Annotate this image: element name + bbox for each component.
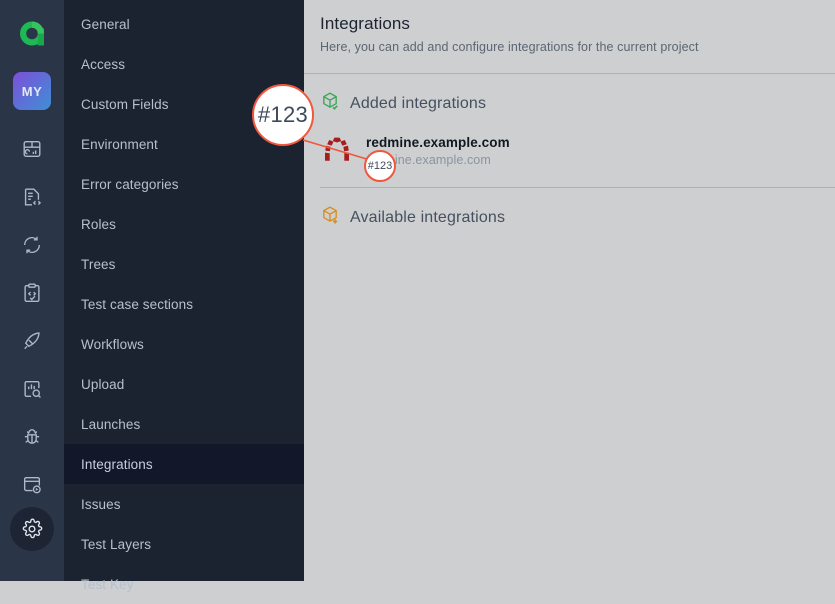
- primary-nav-rail: MY: [0, 0, 64, 581]
- analytics-icon[interactable]: [11, 372, 53, 405]
- test-cases-icon[interactable]: [11, 180, 53, 213]
- menu-item-label: Launches: [81, 416, 141, 432]
- menu-item-custom-fields[interactable]: Custom Fields: [64, 84, 304, 124]
- menu-item-label: Environment: [81, 136, 158, 152]
- menu-item-label: Integrations: [81, 456, 153, 472]
- menu-item-test-key[interactable]: Test Key: [64, 564, 304, 604]
- sync-icon[interactable]: [11, 228, 53, 261]
- dashboard-icon[interactable]: [11, 132, 53, 165]
- launches-icon[interactable]: [11, 324, 53, 357]
- menu-item-access[interactable]: Access: [64, 44, 304, 84]
- menu-item-trees[interactable]: Trees: [64, 244, 304, 284]
- page-header: Integrations Here, you can add and confi…: [304, 0, 835, 74]
- menu-item-general[interactable]: General: [64, 4, 304, 44]
- menu-item-test-layers[interactable]: Test Layers: [64, 524, 304, 564]
- menu-item-workflows[interactable]: Workflows: [64, 324, 304, 364]
- rail-footer: [0, 507, 64, 551]
- menu-item-label: Test Key: [81, 576, 134, 592]
- menu-item-issues[interactable]: Issues: [64, 484, 304, 524]
- menu-item-label: Workflows: [81, 336, 144, 352]
- menu-item-label: Test case sections: [81, 296, 194, 312]
- content-area: Integrations Here, you can add and confi…: [304, 0, 835, 581]
- cube-plus-icon: [320, 205, 340, 230]
- integration-name: redmine.example.com: [366, 135, 510, 150]
- defects-icon[interactable]: [11, 420, 53, 453]
- menu-item-label: Error categories: [81, 176, 179, 192]
- cube-check-icon: [320, 91, 340, 116]
- menu-item-label: Access: [81, 56, 126, 72]
- page-title: Integrations: [320, 14, 411, 33]
- added-integrations-header: Added integrations: [304, 74, 835, 116]
- menu-item-error-categories[interactable]: Error categories: [64, 164, 304, 204]
- available-integrations-section: Available integrations: [304, 188, 835, 230]
- menu-item-label: Custom Fields: [81, 96, 169, 112]
- added-integrations-section: Added integrations redmine.example.com r…: [304, 74, 835, 188]
- rail-item-list: [11, 132, 53, 501]
- redmine-logo: [320, 135, 354, 167]
- allure-logo[interactable]: [0, 6, 64, 62]
- integration-row[interactable]: redmine.example.com redmine.example.com: [304, 116, 835, 167]
- menu-item-roles[interactable]: Roles: [64, 204, 304, 244]
- app-root: MY General Access Custom Fields Environm…: [0, 0, 835, 592]
- menu-item-environment[interactable]: Environment: [64, 124, 304, 164]
- menu-item-label: Trees: [81, 256, 116, 272]
- menu-item-integrations[interactable]: Integrations: [64, 444, 304, 484]
- page-subtitle: Here, you can add and configure integrat…: [320, 40, 699, 54]
- menu-item-label: Roles: [81, 216, 117, 232]
- available-integrations-header: Available integrations: [304, 188, 835, 230]
- gear-icon[interactable]: [10, 507, 54, 551]
- menu-item-label: General: [81, 16, 130, 32]
- available-integrations-title: Available integrations: [350, 208, 506, 226]
- settings-menu: General Access Custom Fields Environment…: [64, 0, 304, 592]
- menu-item-launches[interactable]: Launches: [64, 404, 304, 444]
- menu-item-label: Test Layers: [81, 536, 152, 552]
- integration-url: redmine.example.com: [366, 153, 491, 167]
- live-docs-icon[interactable]: [11, 468, 53, 501]
- menu-item-test-case-sections[interactable]: Test case sections: [64, 284, 304, 324]
- project-badge[interactable]: MY: [13, 72, 51, 110]
- project-badge-label: MY: [21, 83, 43, 99]
- menu-item-upload[interactable]: Upload: [64, 364, 304, 404]
- menu-item-label: Issues: [81, 496, 121, 512]
- added-integrations-title: Added integrations: [350, 94, 487, 112]
- test-plan-icon[interactable]: [11, 276, 53, 309]
- menu-item-label: Upload: [81, 376, 125, 392]
- integration-texts: redmine.example.com redmine.example.com: [366, 133, 510, 167]
